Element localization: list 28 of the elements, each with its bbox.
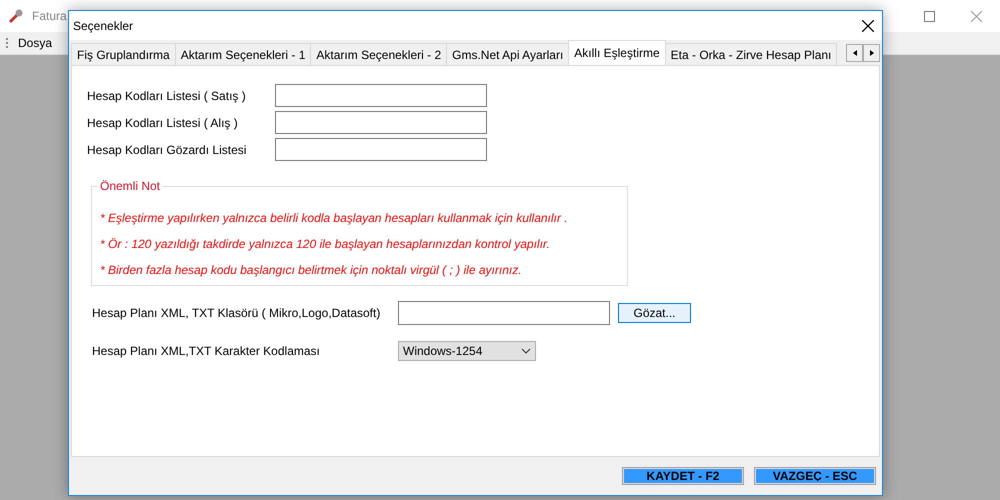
input-field[interactable] bbox=[275, 138, 487, 161]
note-text: * Eşleştirme yapılırken yalnızca belirli kodla başlayan hesapları kullanmak için kullanılır . bbox=[100, 210, 569, 227]
scroll-left-icon[interactable] bbox=[846, 44, 863, 62]
close-icon[interactable] bbox=[862, 20, 874, 32]
action-button[interactable]: KAYDET - F2 bbox=[622, 467, 744, 485]
browse-button[interactable]: Gözat... bbox=[618, 303, 691, 323]
tab[interactable]: Eta - Orka - Zirve Hesap Planı bbox=[664, 43, 838, 65]
encoding-dropdown[interactable]: Windows-1254 bbox=[398, 341, 536, 361]
input-field[interactable] bbox=[275, 84, 487, 107]
maximize-icon[interactable] bbox=[924, 10, 935, 22]
chevron-icon bbox=[521, 348, 531, 354]
note-text: * Birden fazla hesap kodu başlangıcı belirtmek için noktalı virgül ( ; ) ile ayırınız. bbox=[100, 262, 523, 279]
field-label: Hesap Kodları Listesi ( Alış ) bbox=[87, 116, 239, 130]
dialog-title: Seçenekler bbox=[73, 18, 134, 32]
app-title: Fatura bbox=[32, 9, 67, 23]
field-label: Hesap Kodları Gözardı Listesi bbox=[87, 142, 248, 156]
group-title: Önemli Not bbox=[98, 179, 162, 193]
menu-item[interactable]: Dosya bbox=[14, 34, 56, 52]
note-text: * Ör : 120 yazıldığı takdirde yalnızca 120 ile başlayan hesaplarınızdan kontrol yapılır. bbox=[100, 236, 551, 253]
tab[interactable]: Fiş Gruplandırma bbox=[71, 43, 176, 65]
field-label: Hesap Kodları Listesi ( Satış ) bbox=[87, 88, 247, 102]
field-label: Hesap Planı XML, TXT Klasörü ( Mikro,Logo,Datasoft) bbox=[92, 306, 382, 320]
tab[interactable]: Akıllı Eşleştirme bbox=[568, 40, 666, 65]
action-button[interactable]: VAZGEÇ - ESC bbox=[754, 467, 876, 485]
field-label: Hesap Planı XML,TXT Karakter Kodlaması bbox=[92, 344, 321, 358]
scroll-right-icon[interactable] bbox=[863, 44, 880, 62]
input-field[interactable] bbox=[398, 301, 610, 325]
input-field[interactable] bbox=[275, 111, 487, 134]
